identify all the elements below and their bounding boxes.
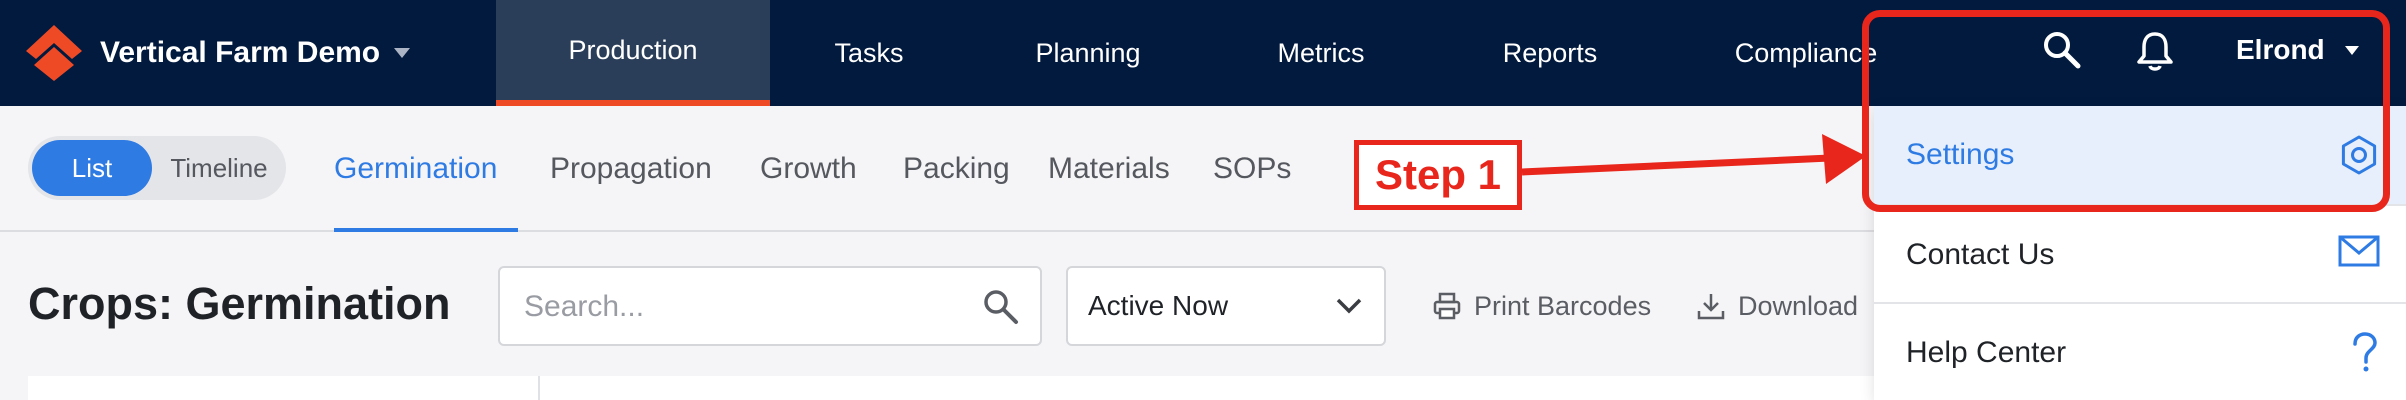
annotation-step-label: Step 1	[1354, 140, 1522, 210]
annotation-arrow	[1521, 134, 1866, 184]
